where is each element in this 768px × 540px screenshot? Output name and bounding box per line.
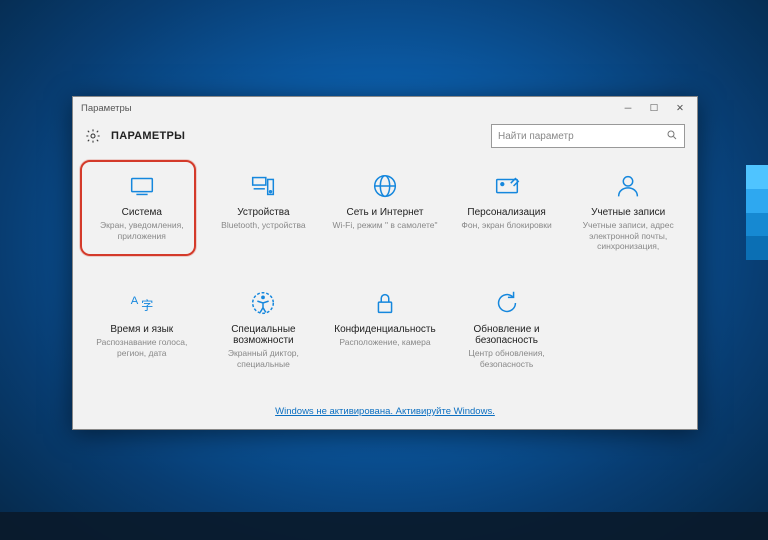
tile-title: Конфиденциальность	[334, 324, 435, 335]
tile-title: Время и язык	[110, 324, 173, 335]
tile-ease-of-access[interactable]: Специальные возможности Экранный диктор,…	[203, 278, 325, 395]
tile-system[interactable]: Система Экран, уведомления, приложения	[81, 161, 203, 278]
update-icon	[492, 288, 522, 318]
tile-title: Система	[122, 207, 162, 218]
lock-icon	[370, 288, 400, 318]
gear-icon	[85, 128, 101, 144]
tile-subtitle: Bluetooth, устройства	[221, 220, 305, 231]
search-input[interactable]: Найти параметр	[491, 124, 685, 148]
activation-footer: Windows не активирована. Активируйте Win…	[73, 395, 697, 429]
globe-icon	[370, 171, 400, 201]
tile-personalization[interactable]: Персонализация Фон, экран блокировки	[446, 161, 568, 278]
tile-subtitle: Экран, уведомления, приложения	[87, 220, 197, 241]
tile-subtitle: Wi-Fi, режим " в самолете"	[332, 220, 437, 231]
tile-title: Специальные возможности	[209, 324, 319, 346]
settings-header: ПАРАМЕТРЫ Найти параметр	[73, 119, 697, 153]
tile-title: Сеть и Интернет	[346, 207, 423, 218]
tile-network[interactable]: Сеть и Интернет Wi-Fi, режим " в самолет…	[324, 161, 446, 278]
tile-accounts[interactable]: Учетные записи Учетные записи, адрес эле…	[567, 161, 689, 278]
tile-title: Персонализация	[467, 207, 545, 218]
search-icon	[666, 129, 678, 144]
tile-title: Учетные записи	[591, 207, 665, 218]
tile-title: Обновление и безопасность	[452, 324, 562, 346]
devices-icon	[248, 171, 278, 201]
search-placeholder: Найти параметр	[498, 131, 574, 142]
tile-subtitle: Экранный диктор, специальные	[209, 348, 319, 369]
settings-grid: Система Экран, уведомления, приложения У…	[73, 153, 697, 395]
tile-subtitle: Распознавание голоса, регион, дата	[87, 337, 197, 358]
activation-link[interactable]: Windows не активирована. Активируйте Win…	[275, 406, 495, 417]
desktop: Параметры ─ ☐ ✕ ПАРАМЕТРЫ Найти параметр	[0, 0, 768, 540]
personalization-icon	[492, 171, 522, 201]
tile-time-language[interactable]: A字 Время и язык Распознавание голоса, ре…	[81, 278, 203, 395]
tile-privacy[interactable]: Конфиденциальность Расположение, камера	[324, 278, 446, 395]
tile-subtitle: Центр обновления, безопасность	[452, 348, 562, 369]
window-titlebar[interactable]: Параметры ─ ☐ ✕	[73, 97, 697, 119]
accessibility-icon	[248, 288, 278, 318]
person-icon	[613, 171, 643, 201]
tile-subtitle: Расположение, камера	[339, 337, 430, 348]
tile-subtitle: Учетные записи, адрес электронной почты,…	[573, 220, 683, 252]
settings-window: Параметры ─ ☐ ✕ ПАРАМЕТРЫ Найти параметр	[72, 96, 698, 430]
language-icon: A字	[127, 288, 157, 318]
tile-update-security[interactable]: Обновление и безопасность Центр обновлен…	[446, 278, 568, 395]
page-title: ПАРАМЕТРЫ	[111, 130, 185, 142]
tile-title: Устройства	[237, 207, 289, 218]
tile-devices[interactable]: Устройства Bluetooth, устройства	[203, 161, 325, 278]
svg-text:A: A	[131, 295, 139, 307]
desktop-accent	[746, 165, 768, 260]
maximize-button[interactable]: ☐	[641, 99, 667, 117]
close-button[interactable]: ✕	[667, 99, 693, 117]
svg-text:字: 字	[141, 298, 153, 313]
tile-subtitle: Фон, экран блокировки	[461, 220, 551, 231]
taskbar[interactable]	[0, 512, 768, 540]
minimize-button[interactable]: ─	[615, 99, 641, 117]
window-title: Параметры	[81, 103, 132, 114]
display-icon	[127, 171, 157, 201]
